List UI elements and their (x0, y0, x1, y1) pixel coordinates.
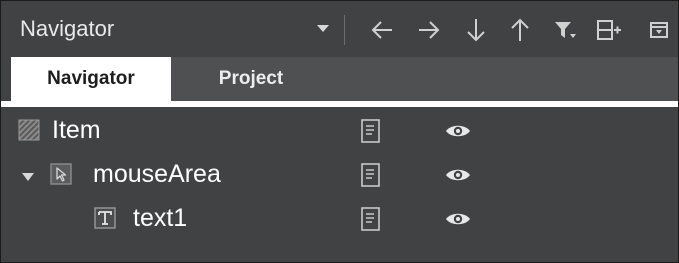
arrow-right-icon (419, 21, 440, 39)
filter-button[interactable] (550, 15, 580, 45)
move-right-button[interactable] (414, 15, 444, 45)
tab-project[interactable]: Project (171, 57, 331, 101)
close-view-button[interactable] (644, 15, 674, 45)
arrow-left-icon (371, 21, 392, 39)
arrow-up-icon (511, 18, 529, 41)
split-add-icon (597, 20, 621, 40)
text-icon (94, 207, 116, 229)
tree-row-label: Item (52, 116, 101, 144)
tree-row-label: text1 (133, 204, 188, 232)
navigator-tree: Item mouseArea text1 (1, 107, 678, 262)
tree-row-mousearea[interactable]: mouseArea (1, 153, 678, 195)
view-selector-value: Navigator (20, 16, 115, 41)
tree-row-label: mouseArea (93, 160, 221, 188)
document-icon[interactable] (360, 207, 382, 231)
navigator-toolbar: Navigator (1, 1, 678, 57)
tree-row-item[interactable]: Item (1, 109, 678, 151)
tab-strip-background (331, 57, 678, 101)
mouse-area-icon (50, 163, 72, 185)
item-icon (18, 119, 40, 141)
tree-row-text1[interactable]: text1 (1, 197, 678, 239)
document-icon[interactable] (360, 119, 382, 143)
move-down-button[interactable] (461, 15, 491, 45)
toolbar-separator (344, 15, 345, 45)
expand-arrow-icon[interactable] (22, 169, 34, 181)
eye-icon[interactable] (445, 123, 471, 139)
navigator-panel: Navigator Navigator Project Item mouseAr… (0, 0, 679, 263)
arrow-down-icon (467, 19, 485, 42)
eye-icon[interactable] (445, 167, 471, 183)
chevron-down-icon (315, 20, 331, 36)
move-up-button[interactable] (505, 15, 535, 45)
tab-bar: Navigator Project (1, 57, 678, 101)
move-left-button[interactable] (367, 15, 397, 45)
collapse-icon (650, 22, 668, 38)
eye-icon[interactable] (445, 211, 471, 227)
view-selector-combobox[interactable]: Navigator (1, 1, 343, 57)
tab-navigator[interactable]: Navigator (11, 57, 171, 101)
split-view-button[interactable] (594, 15, 624, 45)
filter-icon (555, 22, 576, 38)
document-icon[interactable] (360, 163, 382, 187)
